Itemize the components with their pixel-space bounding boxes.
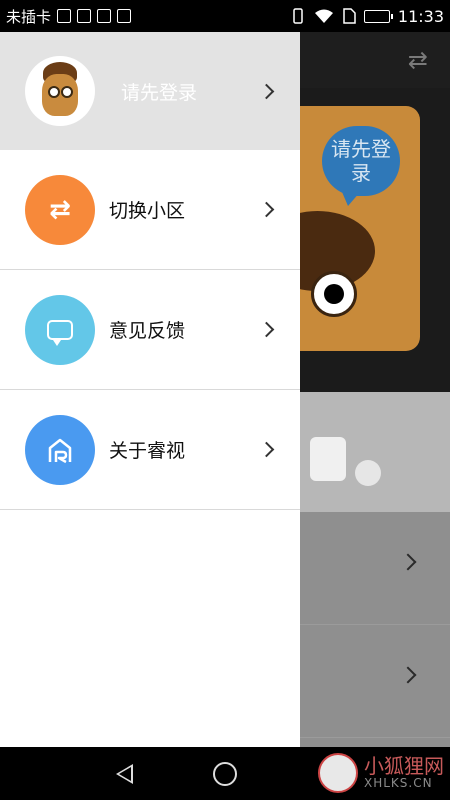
carrier-label: 未插卡 — [6, 7, 52, 26]
chevron-right-icon — [399, 553, 417, 571]
chevron-right-icon — [258, 201, 275, 218]
swap-icon: ⇄ — [25, 174, 95, 245]
watermark: 小狐狸网 XHLKS.CN — [318, 753, 444, 793]
menu-item-switch-community[interactable]: ⇄ 切换小区 — [0, 150, 300, 270]
menu-item-feedback[interactable]: 意见反馈 — [0, 270, 300, 390]
image-icon — [77, 9, 92, 23]
sensor-device-image — [310, 437, 346, 481]
back-icon[interactable] — [116, 764, 133, 784]
keyboard-icon — [97, 9, 112, 23]
login-speech-bubble: 请先登录 — [322, 126, 400, 206]
mascot-eye — [311, 271, 357, 317]
usb-icon — [57, 9, 72, 23]
clock-app-icon — [117, 9, 132, 23]
ruishi-logo-icon — [25, 414, 95, 485]
round-sensor-image — [355, 460, 381, 486]
login-prompt[interactable]: 请先登录 — [121, 78, 261, 105]
system-nav-bar: 小狐狸网 XHLKS.CN — [0, 747, 450, 800]
status-bar: 未插卡 11:33 — [0, 0, 450, 32]
login-header[interactable]: 请先登录 — [0, 32, 300, 150]
chevron-right-icon — [399, 666, 417, 684]
home-icon[interactable] — [213, 762, 237, 786]
chat-bubble-icon — [25, 294, 95, 365]
chevron-right-icon — [258, 441, 275, 458]
chevron-right-icon — [258, 321, 275, 338]
watermark-en: XHLKS.CN — [364, 776, 433, 791]
chevron-right-icon — [258, 83, 275, 99]
wifi-icon — [314, 9, 333, 23]
battery-icon — [363, 9, 393, 23]
menu-item-label: 意见反馈 — [109, 320, 186, 342]
menu-item-about[interactable]: 关于睿视 — [0, 390, 300, 510]
avatar[interactable] — [25, 56, 95, 126]
navigation-drawer: 请先登录 ⇄ 切换小区 意见反馈 关于睿视 — [0, 32, 300, 747]
switch-icon[interactable]: ⇄ — [408, 46, 428, 74]
vibrate-icon — [293, 8, 303, 24]
fox-logo-icon — [318, 753, 358, 793]
menu-item-label: 关于睿视 — [109, 440, 186, 462]
status-time: 11:33 — [397, 6, 444, 26]
sim-icon — [343, 8, 356, 24]
watermark-cn: 小狐狸网 — [364, 754, 444, 779]
menu-item-label: 切换小区 — [109, 200, 186, 222]
